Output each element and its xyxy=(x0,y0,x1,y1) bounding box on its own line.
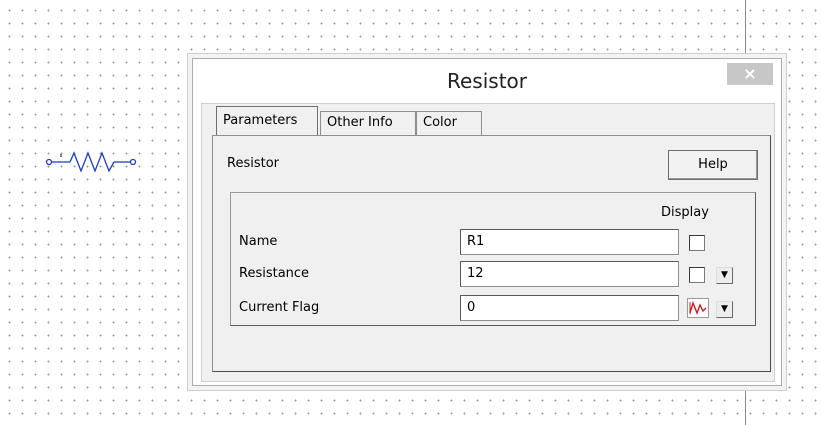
current-flag-field[interactable]: 0 xyxy=(460,295,679,321)
parameter-row-current-flag: Current Flag 0 ▼ xyxy=(231,295,755,321)
help-button[interactable]: Help xyxy=(668,150,758,180)
tab-other-info[interactable]: Other Info xyxy=(320,111,416,135)
current-waveform-icon[interactable] xyxy=(687,298,709,318)
parameter-label: Resistance xyxy=(239,266,310,281)
dialog-titlebar[interactable]: Resistor × xyxy=(193,59,781,103)
parameter-row-name: Name R1 xyxy=(231,229,755,255)
resistor-dialog: Resistor × Parameters Other Info Color R… xyxy=(192,58,782,386)
resistor-symbol[interactable] xyxy=(44,148,164,172)
close-icon: × xyxy=(743,64,757,83)
display-column-label: Display xyxy=(661,205,709,220)
resistance-dropdown-button[interactable]: ▼ xyxy=(716,267,733,284)
parameter-row-resistance: Resistance 12 ▼ xyxy=(231,261,755,287)
dialog-title: Resistor xyxy=(447,69,527,93)
resistance-display-checkbox[interactable] xyxy=(689,267,705,283)
dialog-client-area: Parameters Other Info Color Resistor Hel… xyxy=(201,103,775,382)
parameters-group: Display Name R1 Resistance 12 ▼ Current … xyxy=(230,192,756,326)
component-heading: Resistor xyxy=(227,156,279,171)
parameter-label: Name xyxy=(239,234,278,249)
parameter-label: Current Flag xyxy=(239,300,320,315)
close-button[interactable]: × xyxy=(727,63,773,85)
parameters-panel: Resistor Help Display Name R1 Resistance… xyxy=(212,135,771,372)
tab-parameters[interactable]: Parameters xyxy=(216,106,318,135)
chevron-down-icon: ▼ xyxy=(721,270,728,280)
resistance-field[interactable]: 12 xyxy=(460,261,679,287)
name-field[interactable]: R1 xyxy=(460,229,679,255)
chevron-down-icon: ▼ xyxy=(721,304,728,314)
current-flag-dropdown-button[interactable]: ▼ xyxy=(716,301,733,318)
tab-color[interactable]: Color xyxy=(416,111,482,135)
name-display-checkbox[interactable] xyxy=(689,235,705,251)
